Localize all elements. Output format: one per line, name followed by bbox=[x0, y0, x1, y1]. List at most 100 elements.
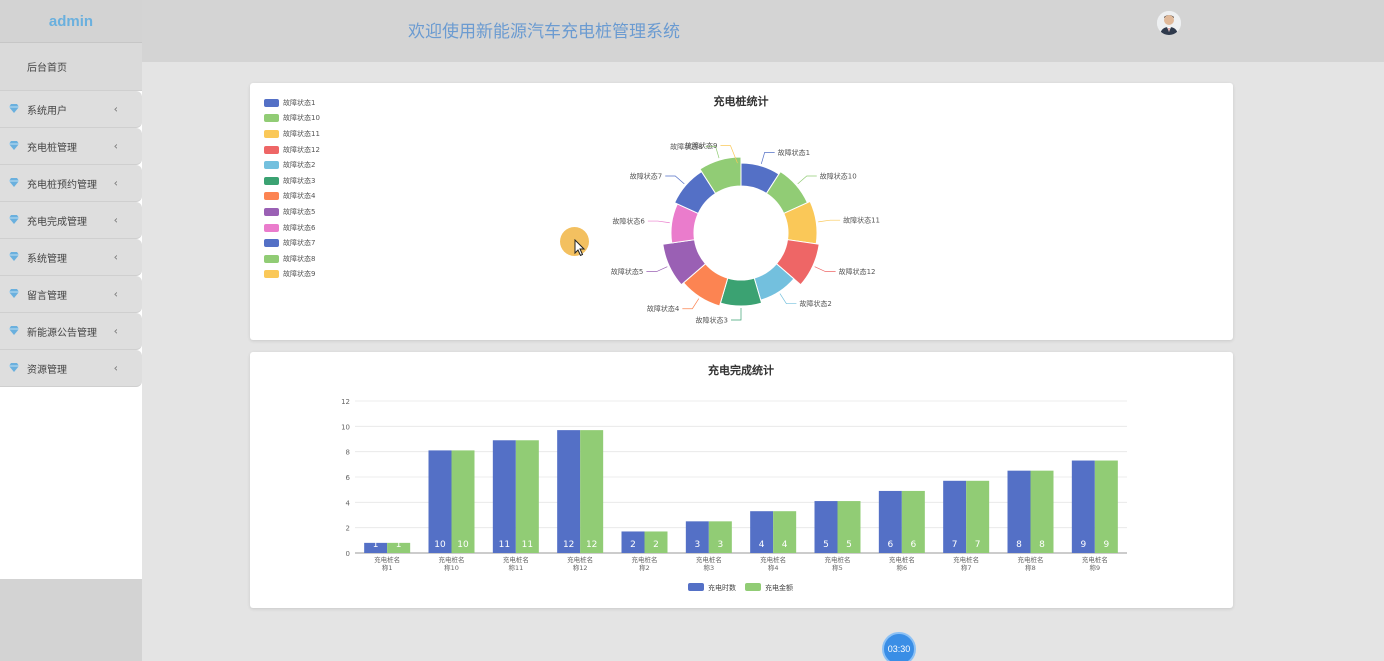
pie-leader-line bbox=[779, 293, 797, 305]
pie-leader-line bbox=[797, 175, 817, 185]
x-tick-label: 充电桩名称8 bbox=[1018, 555, 1044, 572]
bar-value-label: 9 bbox=[1103, 540, 1109, 550]
sidebar-item-5[interactable]: 留言管理 ‹ bbox=[0, 276, 142, 313]
chart-title: 充电完成统计 bbox=[708, 363, 774, 377]
bar-value-label: 12 bbox=[586, 540, 597, 550]
bar-value-label: 1 bbox=[373, 540, 379, 550]
bar-value-label: 9 bbox=[1080, 540, 1086, 550]
sidebar-item-2[interactable]: 充电桩预约管理 ‹ bbox=[0, 165, 142, 202]
bar[interactable] bbox=[557, 430, 581, 553]
y-tick-label: 12 bbox=[341, 398, 350, 406]
y-tick-label: 2 bbox=[346, 525, 350, 533]
bar-value-label: 11 bbox=[522, 540, 533, 550]
pie-leader-line bbox=[682, 298, 700, 310]
x-tick-label: 充电桩名称10 bbox=[439, 555, 465, 572]
sidebar-item-label: 充电完成管理 bbox=[27, 216, 87, 228]
mouse-cursor-icon bbox=[574, 239, 586, 257]
sidebar: admin 后台首页 系统用户 ‹ 充电桩管理 ‹ 充电桩预约管理 ‹ 充电完成管理 ‹ 系统管… bbox=[0, 0, 142, 661]
sidebar-item-label: 充电桩管理 bbox=[27, 142, 77, 154]
y-tick-label: 6 bbox=[346, 474, 351, 482]
x-tick-label: 充电桩名称11 bbox=[503, 555, 529, 572]
sidebar-item-1[interactable]: 充电桩管理 ‹ bbox=[0, 128, 142, 165]
legend-item[interactable]: 充电时数 bbox=[688, 583, 736, 592]
brand-label: admin bbox=[0, 0, 142, 43]
diamond-icon bbox=[9, 141, 19, 151]
y-tick-label: 8 bbox=[346, 449, 350, 457]
x-tick-label: 充电桩名称7 bbox=[953, 555, 979, 572]
bar-value-label: 2 bbox=[630, 540, 636, 550]
x-tick-label: 充电桩名称2 bbox=[632, 555, 658, 572]
legend-label: 充电时数 bbox=[708, 583, 736, 592]
sidebar-item-label: 充电桩预约管理 bbox=[27, 179, 97, 191]
legend-item[interactable]: 充电金额 bbox=[745, 583, 793, 592]
sidebar-menu: 后台首页 系统用户 ‹ 充电桩管理 ‹ 充电桩预约管理 ‹ 充电完成管理 ‹ 系统管理 ‹ 留言管理… bbox=[0, 43, 142, 579]
pie-slice-label: 故障状态3 bbox=[696, 316, 728, 325]
bar-value-label: 5 bbox=[846, 540, 852, 550]
sidebar-item-label: 后台首页 bbox=[27, 63, 67, 74]
y-tick-label: 4 bbox=[346, 499, 351, 507]
bar-value-label: 4 bbox=[759, 540, 765, 550]
sidebar-item-label: 留言管理 bbox=[27, 290, 67, 302]
bar-value-label: 11 bbox=[499, 540, 510, 550]
pie-slice-label: 故障状态5 bbox=[611, 267, 643, 276]
bar[interactable] bbox=[492, 440, 516, 553]
bar-value-label: 10 bbox=[434, 540, 446, 550]
pie-leader-line bbox=[665, 175, 685, 185]
bar-value-label: 6 bbox=[887, 540, 893, 550]
sidebar-item-3[interactable]: 充电完成管理 ‹ bbox=[0, 202, 142, 239]
bar[interactable] bbox=[580, 430, 604, 553]
pie-slice-label: 故障状态1 bbox=[778, 148, 810, 157]
chevron-left-icon[interactable]: ‹ bbox=[114, 288, 118, 301]
bar-value-label: 8 bbox=[1039, 540, 1045, 550]
sidebar-item-label: 资源管理 bbox=[27, 364, 67, 376]
top-header: 欢迎使用新能源汽车充电桩管理系统 bbox=[142, 0, 1384, 62]
pie-slice-label: 故障状态11 bbox=[843, 216, 880, 225]
chevron-left-icon[interactable]: ‹ bbox=[114, 325, 118, 338]
legend-label: 充电金额 bbox=[765, 583, 793, 592]
bar-value-label: 8 bbox=[1016, 540, 1022, 550]
chevron-left-icon[interactable]: ‹ bbox=[114, 177, 118, 190]
pie-leader-line bbox=[818, 219, 841, 223]
pie-leader-line bbox=[646, 266, 668, 272]
sidebar-item-4[interactable]: 系统管理 ‹ bbox=[0, 239, 142, 276]
chart-title: 充电桩统计 bbox=[714, 94, 769, 108]
bar-value-label: 3 bbox=[694, 540, 700, 550]
user-avatar-icon bbox=[1157, 11, 1181, 35]
pie-slice-label: 故障状态7 bbox=[630, 172, 662, 181]
x-tick-label: 充电桩名称6 bbox=[889, 555, 915, 572]
charging-pile-stats-card: 故障状态1 故障状态10 故障状态11 故障状态12 故障状态2 故障状态3 故障状态4 故障… bbox=[250, 83, 1233, 340]
x-tick-label: 充电桩名称3 bbox=[696, 555, 722, 572]
chevron-left-icon[interactable]: ‹ bbox=[114, 362, 118, 375]
bar-value-label: 10 bbox=[457, 540, 469, 550]
chevron-left-icon[interactable]: ‹ bbox=[114, 251, 118, 264]
y-tick-label: 10 bbox=[341, 423, 350, 431]
sidebar-item-7[interactable]: 资源管理 ‹ bbox=[0, 350, 142, 387]
pie-leader-line bbox=[814, 266, 836, 272]
bar-value-label: 5 bbox=[823, 540, 829, 550]
pie-slice-label: 故障状态6 bbox=[612, 217, 645, 226]
bar[interactable] bbox=[451, 450, 475, 553]
chevron-left-icon[interactable]: ‹ bbox=[114, 140, 118, 153]
chevron-left-icon[interactable]: ‹ bbox=[114, 214, 118, 227]
bar[interactable] bbox=[515, 440, 539, 553]
pie-leader-line bbox=[760, 152, 775, 165]
sidebar-item-label: 系统用户 bbox=[27, 105, 67, 117]
sidebar-item-0[interactable]: 系统用户 ‹ bbox=[0, 91, 142, 128]
diamond-icon bbox=[9, 215, 19, 225]
sidebar-item-home[interactable]: 后台首页 bbox=[0, 43, 142, 91]
x-tick-label: 充电桩名称4 bbox=[760, 555, 786, 572]
chevron-left-icon[interactable]: ‹ bbox=[114, 103, 118, 116]
sidebar-item-label: 系统管理 bbox=[27, 253, 67, 265]
avatar[interactable] bbox=[1157, 11, 1181, 35]
bar-value-label: 1 bbox=[396, 540, 402, 550]
pie-slice-label: 故障状态9 bbox=[685, 141, 717, 150]
bar[interactable] bbox=[428, 450, 452, 553]
pie-chart: 充电桩统计故障状态1 故障状态10 故障状态11 故障状态12 故障状态2 故障状态3 故障… bbox=[611, 94, 880, 325]
bar-value-label: 7 bbox=[952, 540, 958, 550]
sidebar-item-label: 新能源公告管理 bbox=[27, 327, 97, 339]
sidebar-item-6[interactable]: 新能源公告管理 ‹ bbox=[0, 313, 142, 350]
x-tick-label: 充电桩名称12 bbox=[567, 555, 593, 572]
pie-leader-line bbox=[731, 308, 742, 321]
timer-badge: 03:30 bbox=[882, 632, 916, 661]
bar-value-label: 3 bbox=[717, 540, 723, 550]
